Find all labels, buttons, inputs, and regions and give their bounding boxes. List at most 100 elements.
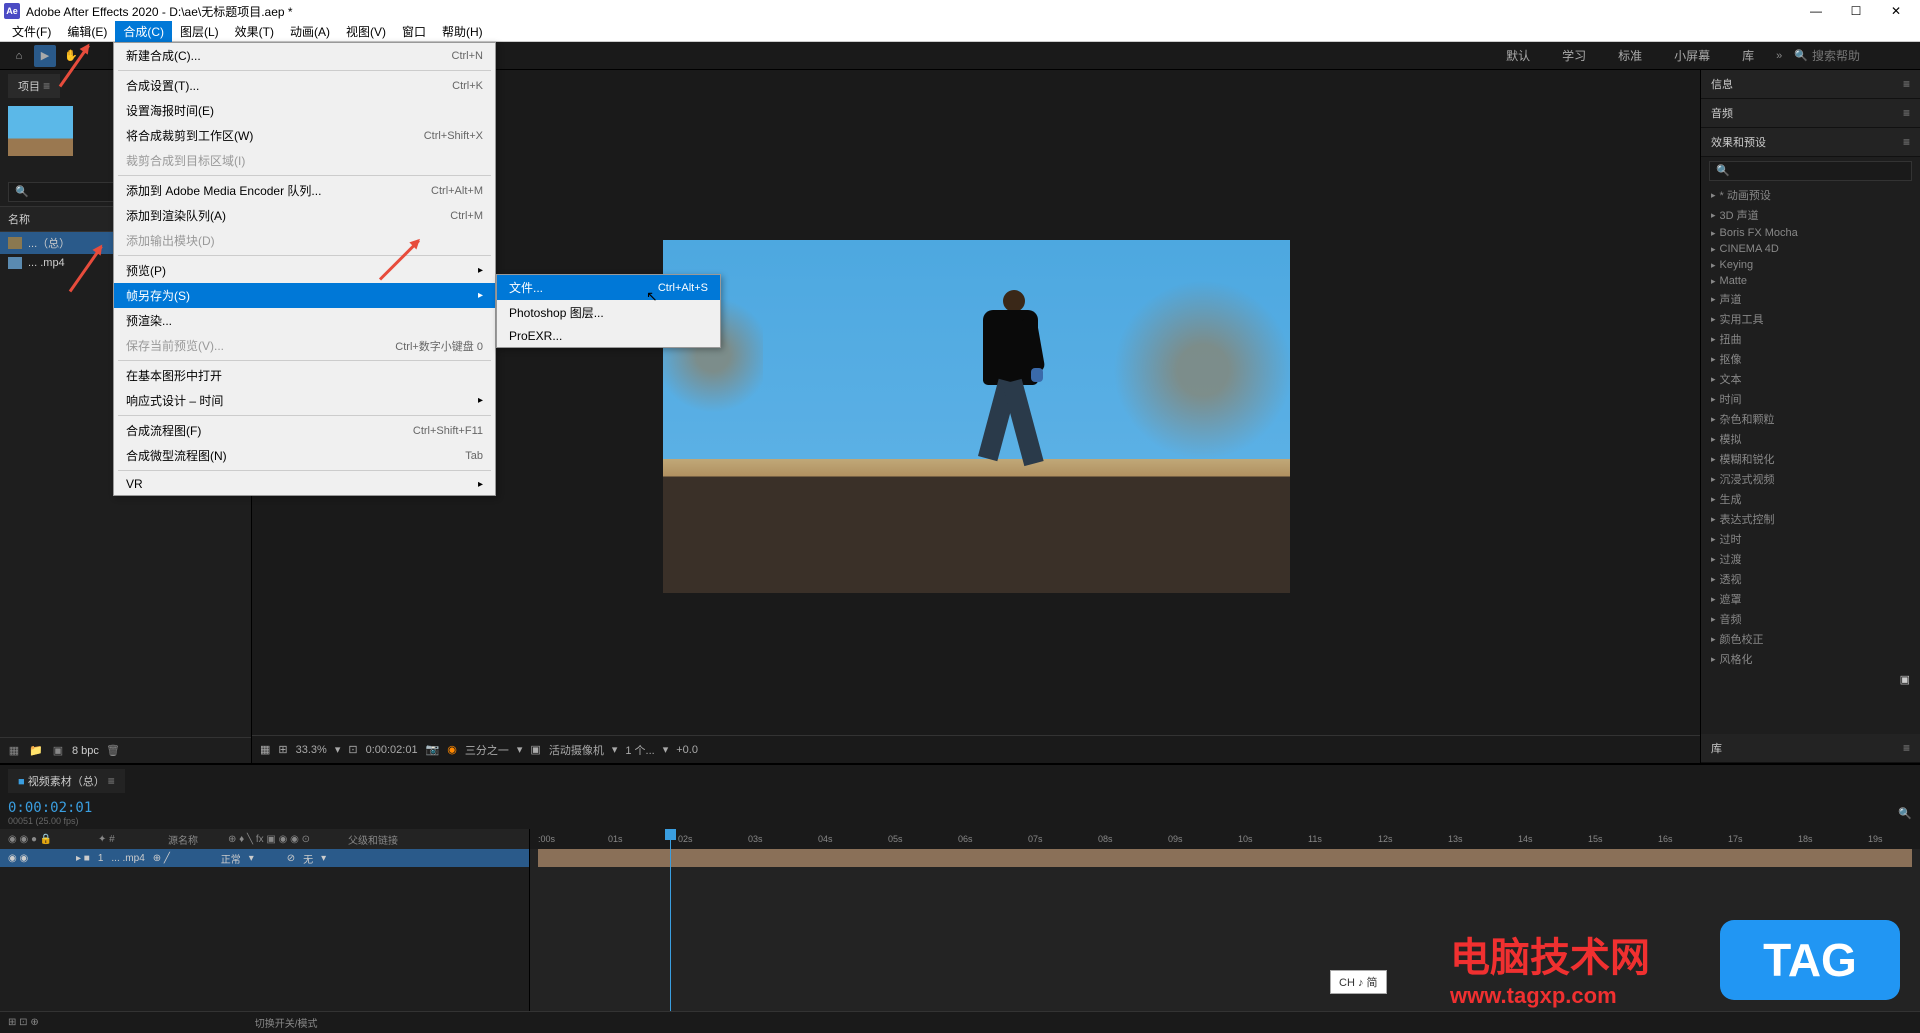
effect-category[interactable]: ▸表达式控制 [1701,509,1920,529]
menu-layer[interactable]: 图层(L) [172,21,227,42]
effect-category[interactable]: ▸Matte [1701,273,1920,289]
views-dropdown[interactable]: 1 个... [625,742,654,758]
new-bin-icon[interactable]: ▣ [1900,674,1910,686]
workspace-standard[interactable]: 标准 [1608,43,1652,68]
workspace-learn[interactable]: 学习 [1552,43,1596,68]
workspace-default[interactable]: 默认 [1496,43,1540,68]
audio-panel-header[interactable]: 音频≡ [1701,99,1920,128]
effect-category[interactable]: ▸颜色校正 [1701,629,1920,649]
resolution-icon[interactable]: ⊡ [348,743,357,756]
toggle-switches-icon[interactable]: ⊞ ⊡ ⊕ [8,1017,39,1028]
menu-comp-flowchart[interactable]: 合成流程图(F)Ctrl+Shift+F11 [114,418,495,443]
new-comp-icon[interactable]: ▣ [50,743,66,759]
layer-bar[interactable] [538,849,1912,867]
effect-category[interactable]: ▸文本 [1701,369,1920,389]
close-button[interactable]: ✕ [1876,0,1916,22]
effect-category[interactable]: ▸Boris FX Mocha [1701,225,1920,241]
menu-help[interactable]: 帮助(H) [434,21,491,42]
menu-vr[interactable]: VR▸ [114,473,495,495]
effect-category[interactable]: ▸风格化 [1701,649,1920,669]
color-icon[interactable]: ◉ [447,743,457,756]
resolution-dropdown[interactable]: 三分之一 [465,742,509,758]
effect-category[interactable]: ▸遮罩 [1701,589,1920,609]
effect-category[interactable]: ▸* 动画预设 [1701,185,1920,205]
effect-category[interactable]: ▸CINEMA 4D [1701,241,1920,257]
info-panel-header[interactable]: 信息≡ [1701,70,1920,99]
menu-animation[interactable]: 动画(A) [282,21,338,42]
timecode-display[interactable]: 0:00:02:01 [8,800,92,816]
effect-category[interactable]: ▸模糊和锐化 [1701,449,1920,469]
submenu-file[interactable]: 文件...Ctrl+Alt+S [497,275,720,300]
minimize-button[interactable]: — [1796,0,1836,22]
menu-composition[interactable]: 合成(C) [115,21,172,42]
bpc-toggle[interactable]: 8 bpc [72,745,99,757]
camera-icon[interactable]: 📷 [426,743,440,756]
workspace-small[interactable]: 小屏幕 [1664,43,1720,68]
effect-category[interactable]: ▸音频 [1701,609,1920,629]
time-ruler[interactable]: :00s 01s 02s 03s 04s 05s 06s 07s 08s 09s… [530,829,1920,849]
help-search[interactable]: 🔍 [1794,49,1912,63]
timeline-layer[interactable]: ◉ ◉ ▸ ■ 1 ... .mp4 ⊕ ╱ 正常 ▾ ⊘ 无 ▾ [0,849,529,867]
grid-icon[interactable]: ⊞ [278,743,287,756]
menu-view[interactable]: 视图(V) [338,21,394,42]
submenu-proexr[interactable]: ProEXR... [497,325,720,347]
menu-file[interactable]: 文件(F) [4,21,59,42]
view-icon[interactable]: ▣ [530,743,540,756]
trash-icon[interactable]: 🗑 [105,743,121,759]
playhead[interactable] [670,829,671,1011]
effect-category[interactable]: ▸3D 声道 [1701,205,1920,225]
help-search-input[interactable] [1812,49,1912,63]
menu-comp-mini-flowchart[interactable]: 合成微型流程图(N)Tab [114,443,495,468]
composition-thumbnail[interactable] [8,106,73,156]
menu-prerender[interactable]: 预渲染... [114,308,495,333]
effect-category[interactable]: ▸实用工具 [1701,309,1920,329]
menu-window[interactable]: 窗口 [394,21,434,42]
project-tab[interactable]: 项目 ≡ [8,74,60,98]
effect-category[interactable]: ▸时间 [1701,389,1920,409]
timeline-search-icon[interactable]: 🔍 [1898,807,1912,820]
time-display[interactable]: 0:00:02:01 [366,744,418,756]
menu-save-frame-as[interactable]: 帧另存为(S)▸ [114,283,495,308]
effect-category[interactable]: ▸抠像 [1701,349,1920,369]
menu-composition-settings[interactable]: 合成设置(T)...Ctrl+K [114,73,495,98]
zoom-icon[interactable]: ▦ [260,743,270,756]
zoom-dropdown[interactable]: 33.3% [296,744,327,756]
col-parent[interactable]: 父级和链接 [348,832,398,847]
effect-category[interactable]: ▸声道 [1701,289,1920,309]
menu-add-to-render-queue[interactable]: 添加到渲染队列(A)Ctrl+M [114,203,495,228]
menu-trim-comp-to-work[interactable]: 将合成裁剪到工作区(W)Ctrl+Shift+X [114,123,495,148]
home-tool[interactable]: ⌂ [8,45,30,67]
camera-dropdown[interactable]: 活动摄像机 [549,742,604,758]
effect-category[interactable]: ▸生成 [1701,489,1920,509]
effect-category[interactable]: ▸Keying [1701,257,1920,273]
timeline-tab[interactable]: ■ 视频素材（总） ≡ [8,769,125,793]
effect-category[interactable]: ▸透视 [1701,569,1920,589]
interpret-icon[interactable]: ▦ [6,743,22,759]
effects-panel-header[interactable]: 效果和预设≡ [1701,128,1920,157]
effect-category[interactable]: ▸沉浸式视频 [1701,469,1920,489]
effects-search-input[interactable] [1709,161,1912,181]
effect-category[interactable]: ▸过渡 [1701,549,1920,569]
effect-category[interactable]: ▸过时 [1701,529,1920,549]
menu-edit[interactable]: 编辑(E) [59,21,115,42]
workspace-library[interactable]: 库 [1732,43,1764,68]
menu-responsive-design[interactable]: 响应式设计 – 时间▸ [114,388,495,413]
col-source[interactable]: 源名称 [168,832,198,847]
effect-category[interactable]: ▸杂色和颗粒 [1701,409,1920,429]
library-panel-header[interactable]: 库≡ [1701,734,1920,763]
maximize-button[interactable]: ☐ [1836,0,1876,22]
effect-category[interactable]: ▸扭曲 [1701,329,1920,349]
menu-open-essential-graphics[interactable]: 在基本图形中打开 [114,363,495,388]
menu-set-poster-time[interactable]: 设置海报时间(E) [114,98,495,123]
layer-parent[interactable]: 无 [303,851,313,866]
layer-mode[interactable]: 正常 [221,851,241,866]
effect-category[interactable]: ▸模拟 [1701,429,1920,449]
toggle-switches-label[interactable]: 切换开关/模式 [255,1015,318,1030]
menu-add-to-ame[interactable]: 添加到 Adobe Media Encoder 队列...Ctrl+Alt+M [114,178,495,203]
menu-new-composition[interactable]: 新建合成(C)...Ctrl+N [114,43,495,68]
folder-icon[interactable]: 📁 [28,743,44,759]
selection-tool[interactable]: ▶ [34,45,56,67]
submenu-photoshop-layers[interactable]: Photoshop 图层... [497,300,720,325]
exposure-value[interactable]: +0.0 [676,744,698,756]
menu-preview[interactable]: 预览(P)▸ [114,258,495,283]
